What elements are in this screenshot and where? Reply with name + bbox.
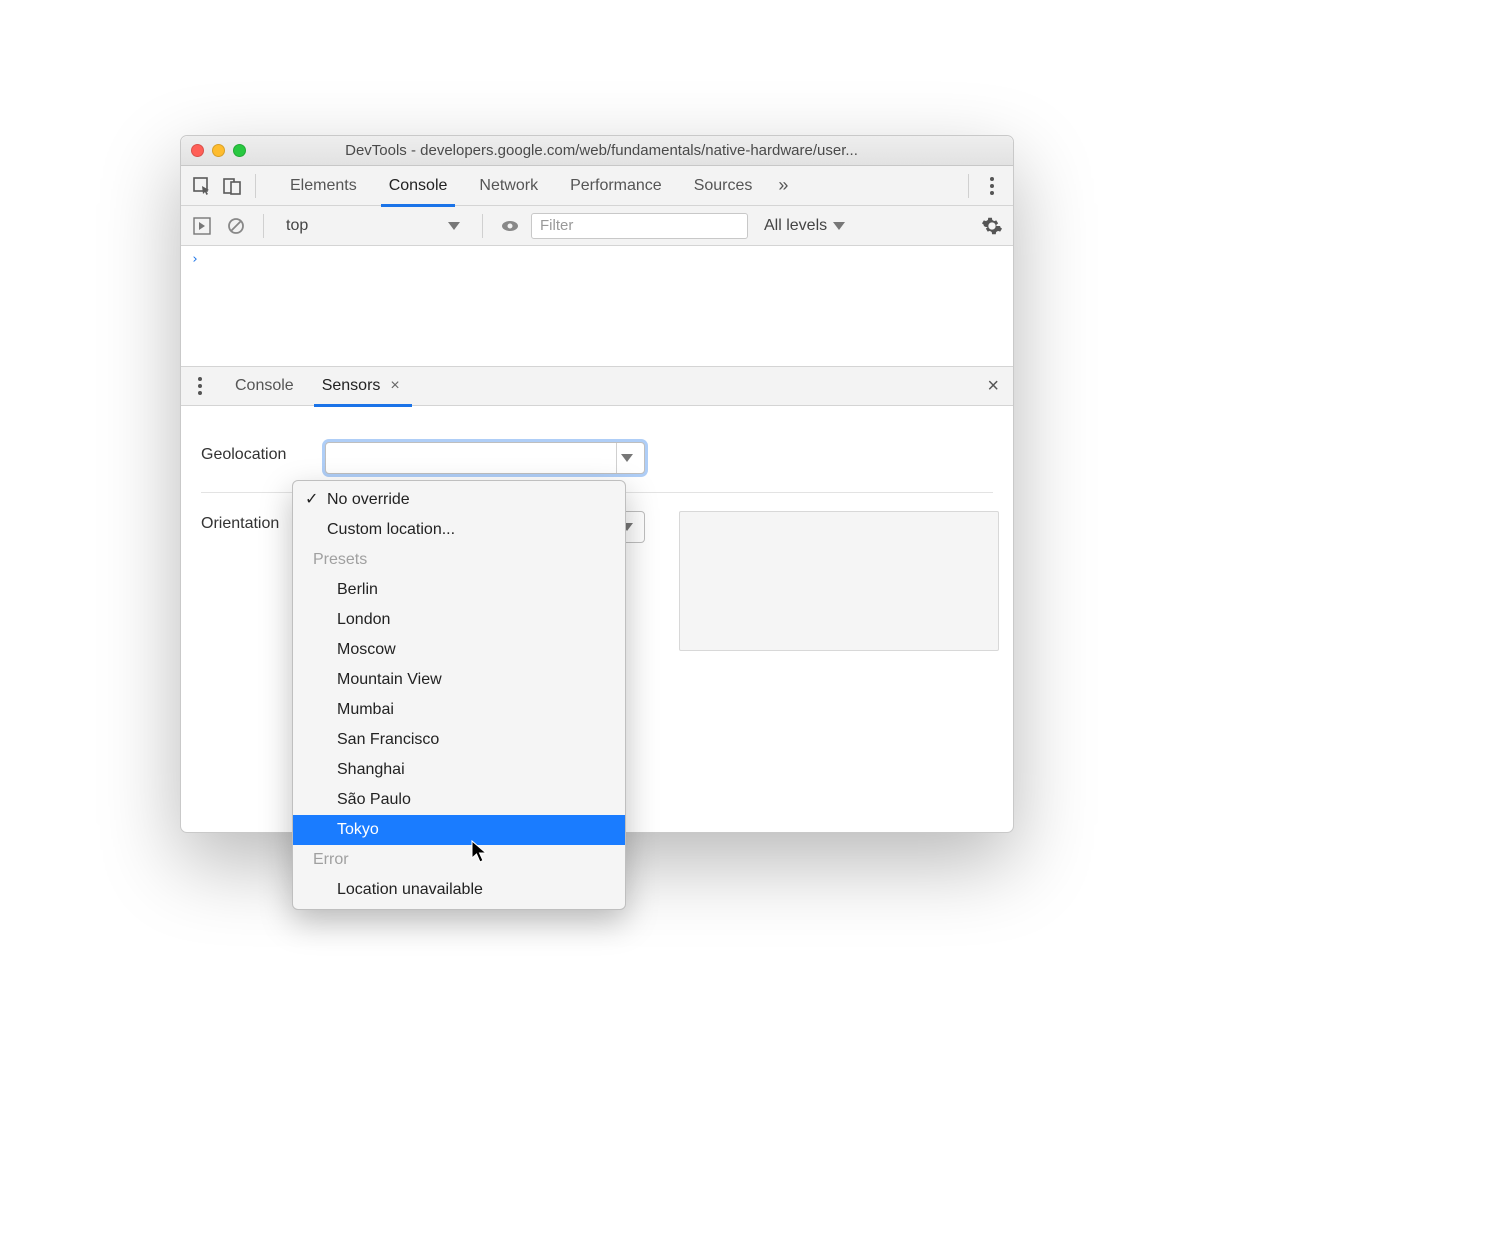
tab-network[interactable]: Network (463, 166, 554, 206)
maximize-window-button[interactable] (233, 144, 246, 157)
dropdown-item-london[interactable]: London (293, 605, 625, 635)
separator (482, 214, 483, 238)
console-toolbar: top All levels (181, 206, 1013, 246)
tab-console[interactable]: Console (373, 166, 464, 206)
tabs-overflow-icon[interactable]: » (768, 175, 798, 196)
context-selector[interactable]: top (278, 215, 468, 237)
main-toolbar: Elements Console Network Performance Sou… (181, 166, 1013, 206)
minimize-window-button[interactable] (212, 144, 225, 157)
close-window-button[interactable] (191, 144, 204, 157)
separator (968, 174, 969, 198)
inspect-element-icon[interactable] (189, 173, 215, 199)
dropdown-item-tokyo[interactable]: Tokyo (293, 815, 625, 845)
drawer-tab-label: Console (235, 377, 294, 395)
dropdown-item-mountain-view[interactable]: Mountain View (293, 665, 625, 695)
device-toolbar-icon[interactable] (219, 173, 245, 199)
window-titlebar: DevTools - developers.google.com/web/fun… (181, 136, 1013, 166)
dropdown-item-location-unavailable[interactable]: Location unavailable (293, 875, 625, 905)
caret-down-icon (621, 454, 633, 462)
close-drawer-icon[interactable]: × (979, 375, 1007, 398)
dropdown-item-custom-location[interactable]: Custom location... (293, 515, 625, 545)
live-expression-icon[interactable] (497, 213, 523, 239)
dropdown-item-san-francisco[interactable]: San Francisco (293, 725, 625, 755)
orientation-preview (679, 511, 999, 651)
console-prompt: › (191, 252, 199, 267)
dropdown-group-presets: Presets (293, 545, 625, 575)
tab-elements[interactable]: Elements (274, 166, 373, 206)
context-value: top (286, 217, 308, 235)
dropdown-item-berlin[interactable]: Berlin (293, 575, 625, 605)
log-levels-label: All levels (764, 217, 827, 235)
filter-input[interactable] (531, 213, 748, 239)
caret-down-icon (448, 222, 460, 230)
separator (255, 174, 256, 198)
drawer-more-icon[interactable] (187, 373, 213, 399)
drawer-tab-label: Sensors (322, 377, 381, 395)
close-tab-icon[interactable]: × (386, 377, 403, 395)
dropdown-item-sao-paulo[interactable]: São Paulo (293, 785, 625, 815)
drawer-tabs: Console Sensors × × (181, 366, 1013, 406)
tab-sources[interactable]: Sources (678, 166, 769, 206)
console-settings-icon[interactable] (979, 213, 1005, 239)
clear-console-icon[interactable] (223, 213, 249, 239)
dropdown-group-error: Error (293, 845, 625, 875)
geolocation-select[interactable] (325, 442, 645, 474)
more-options-icon[interactable] (979, 173, 1005, 199)
dropdown-item-shanghai[interactable]: Shanghai (293, 755, 625, 785)
drawer-tab-console[interactable]: Console (221, 366, 308, 406)
caret-down-icon (833, 222, 845, 230)
dropdown-item-no-override[interactable]: No override (293, 485, 625, 515)
execute-icon[interactable] (189, 213, 215, 239)
tab-performance[interactable]: Performance (554, 166, 678, 206)
geolocation-dropdown[interactable]: No override Custom location... Presets B… (292, 480, 626, 910)
drawer-tab-sensors[interactable]: Sensors × (308, 366, 418, 406)
log-levels-selector[interactable]: All levels (764, 217, 845, 235)
window-title: DevTools - developers.google.com/web/fun… (258, 142, 1003, 159)
geolocation-label: Geolocation (201, 442, 311, 464)
console-body[interactable]: › (181, 246, 1013, 366)
panel-tabs: Elements Console Network Performance Sou… (274, 166, 958, 206)
separator (263, 214, 264, 238)
traffic-lights (191, 144, 246, 157)
dropdown-item-moscow[interactable]: Moscow (293, 635, 625, 665)
cursor-icon (471, 840, 489, 864)
dropdown-item-mumbai[interactable]: Mumbai (293, 695, 625, 725)
